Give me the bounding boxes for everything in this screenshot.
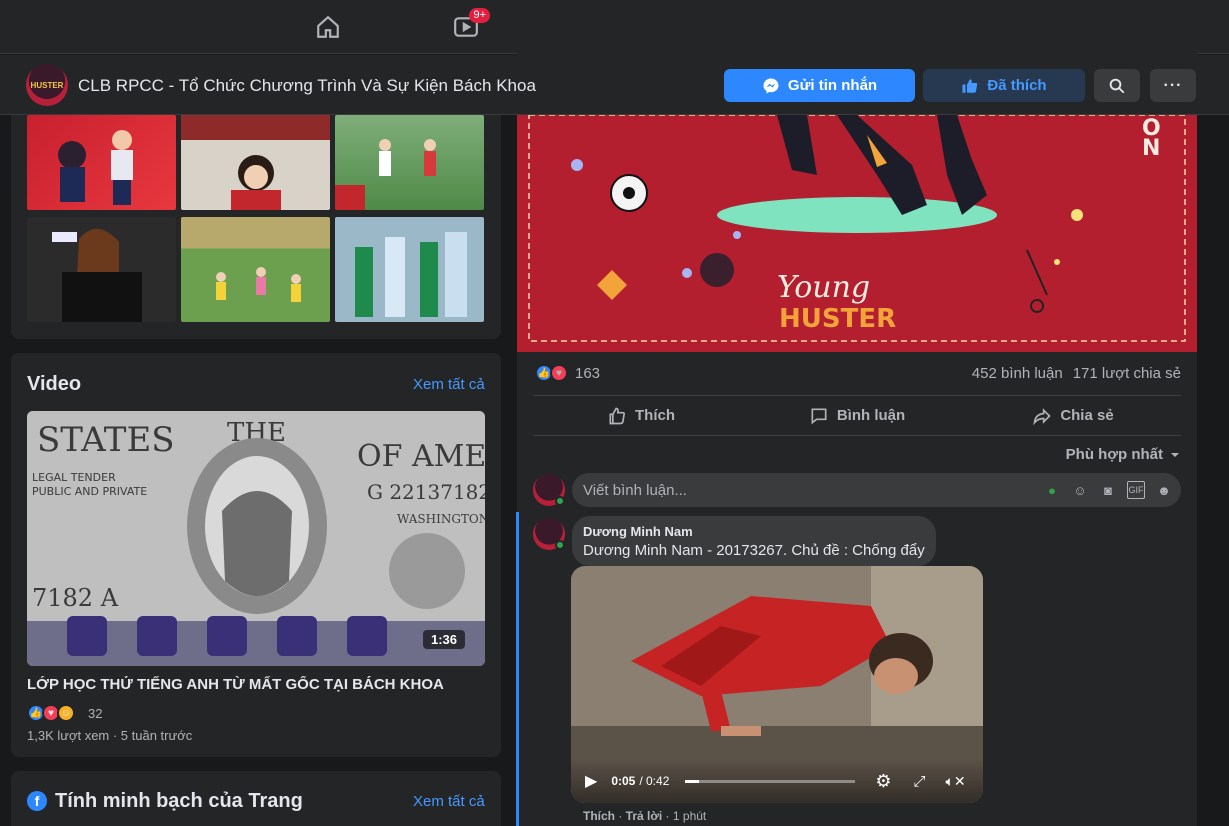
- comment-thread-line: [516, 512, 519, 826]
- comment-reply-link[interactable]: Trả lời: [626, 809, 663, 823]
- send-message-button[interactable]: Gửi tin nhắn: [724, 69, 915, 102]
- avatar-sticker-icon[interactable]: ●: [1043, 481, 1061, 499]
- comment-meta: Thích · Trả lời · 1 phút: [583, 809, 707, 823]
- post-action-bar: Thích Bình luận Chia sẻ: [533, 395, 1181, 436]
- comment-label: Bình luận: [836, 407, 906, 424]
- comment-text: Dương Minh Nam - 20173267. Chủ đề : Chốn…: [583, 542, 925, 559]
- sort-label: Phù hợp nhất: [1065, 446, 1163, 463]
- comment-placeholder: Viết bình luận...: [583, 481, 687, 499]
- thumbs-up-icon: [609, 407, 625, 424]
- svg-text:WASHINGTON, D.C.: WASHINGTON, D.C.: [397, 512, 485, 526]
- comment-timestamp: 1 phút: [672, 809, 707, 823]
- comment-icon: [811, 408, 827, 424]
- online-status-dot: [555, 540, 565, 550]
- emoji-icon[interactable]: ☺: [1071, 481, 1089, 499]
- post-banner-image[interactable]: Young HUSTER O N: [517, 115, 1197, 352]
- svg-text:7182 A: 7182 A: [32, 584, 119, 612]
- more-options-button[interactable]: ···: [1150, 69, 1196, 102]
- play-icon[interactable]: ▶: [585, 771, 597, 791]
- like-button[interactable]: Thích: [533, 396, 749, 435]
- comment-like-link[interactable]: Thích: [583, 809, 615, 823]
- mute-icon[interactable]: 🔈︎✕: [946, 773, 966, 790]
- share-count-link[interactable]: 171 lượt chia sẻ: [1073, 365, 1181, 382]
- photo-thumbnail[interactable]: [335, 217, 484, 322]
- send-message-label: Gửi tin nhắn: [787, 77, 878, 94]
- videos-see-all-link[interactable]: Xem tất cả: [413, 376, 485, 393]
- sticker-icon[interactable]: ☻: [1155, 481, 1173, 499]
- camera-icon[interactable]: ◙: [1099, 481, 1117, 499]
- photo-thumbnail[interactable]: [27, 217, 176, 322]
- page-header-bar: HUSTER CLB RPCC - Tổ Chức Chương Trình V…: [0, 55, 1229, 115]
- svg-text:LEGAL TENDER: LEGAL TENDER: [32, 471, 116, 484]
- post-reactions[interactable]: 👍 ♥ 163: [535, 364, 600, 382]
- love-reaction-icon: ♥: [550, 364, 568, 382]
- video-title[interactable]: LỚP HỌC THỬ TIẾNG ANH TỪ MẤT GỐC TẠI BÁC…: [27, 676, 483, 693]
- video-reactions[interactable]: 👍 ♥ ☺ 32: [27, 704, 102, 722]
- facebook-logo-icon: f: [27, 791, 47, 811]
- svg-text:HUSTER: HUSTER: [779, 304, 896, 334]
- video-total-time: / 0:42: [639, 774, 670, 788]
- settings-icon[interactable]: ⚙: [875, 771, 891, 792]
- liked-label: Đã thích: [987, 77, 1047, 94]
- svg-text:OF AMERIC: OF AMERIC: [357, 439, 485, 474]
- nav-watch[interactable]: 9+: [436, 6, 496, 48]
- care-reaction-icon: ☺: [57, 704, 75, 722]
- video-progress-fill: [685, 779, 699, 783]
- video-reaction-count: 32: [88, 705, 103, 721]
- caret-down-icon: [1171, 452, 1179, 457]
- video-views: 1,3K lượt xem · 5 tuần trước: [27, 728, 193, 743]
- fullscreen-icon[interactable]: ⤢: [914, 773, 926, 790]
- comment-sort-dropdown[interactable]: Phù hợp nhất: [1066, 446, 1181, 463]
- video-current-time: 0:05: [611, 774, 636, 788]
- comment-author-name[interactable]: Dương Minh Nam: [583, 524, 925, 539]
- video-duration: 1:36: [422, 630, 465, 649]
- nav-home[interactable]: [298, 6, 358, 48]
- comment-count-link[interactable]: 452 bình luận: [972, 365, 1063, 382]
- comment-input-tools: ● ☺ ◙ GIF ☻: [1043, 481, 1173, 499]
- search-button[interactable]: [1094, 69, 1140, 102]
- svg-text:Young: Young: [777, 270, 870, 305]
- home-icon: [317, 15, 339, 38]
- video-progress-bar[interactable]: [685, 779, 856, 783]
- page-title[interactable]: CLB RPCC - Tổ Chức Chương Trình Và Sự Ki…: [78, 76, 536, 96]
- thumbs-up-icon: [962, 78, 978, 93]
- photo-thumbnail[interactable]: [335, 115, 484, 210]
- online-status-dot: [555, 496, 565, 506]
- photo-thumbnail[interactable]: [181, 115, 330, 210]
- comment-bubble: Dương Minh Nam Dương Minh Nam - 20173267…: [572, 516, 936, 566]
- comment-video[interactable]: ▶ 0:05 / 0:42 ⚙ ⤢ 🔈︎✕: [571, 566, 983, 803]
- post-reaction-count: 163: [575, 364, 601, 382]
- transparency-heading: Tính minh bạch của Trang: [55, 790, 303, 812]
- post-stats: 452 bình luận 171 lượt chia sẻ: [972, 365, 1181, 382]
- video-controls: ▶ 0:05 / 0:42 ⚙ ⤢ 🔈︎✕: [571, 759, 983, 803]
- video-thumbnail[interactable]: STATES THE OF AMERIC LEGAL TENDER PUBLIC…: [27, 411, 485, 666]
- liked-button[interactable]: Đã thích: [923, 69, 1085, 102]
- svg-text:G 22137182: G 22137182: [367, 480, 485, 504]
- share-label: Chia sẻ: [1060, 407, 1114, 424]
- share-button[interactable]: Chia sẻ: [965, 396, 1181, 435]
- videos-heading: Video: [27, 373, 82, 395]
- transparency-see-all-link[interactable]: Xem tất cả: [413, 793, 485, 810]
- like-label: Thích: [635, 407, 675, 424]
- svg-text:PUBLIC AND PRIVATE: PUBLIC AND PRIVATE: [32, 485, 147, 498]
- comment-button[interactable]: Bình luận: [749, 396, 965, 435]
- svg-text:N: N: [1142, 136, 1160, 161]
- comment-input[interactable]: Viết bình luận... ● ☺ ◙ GIF ☻: [572, 473, 1181, 507]
- svg-text:STATES: STATES: [37, 420, 175, 460]
- search-icon: [1109, 78, 1125, 93]
- ellipsis-icon: ···: [1163, 76, 1183, 94]
- watch-badge: 9+: [469, 8, 490, 23]
- gif-icon[interactable]: GIF: [1127, 481, 1145, 499]
- messenger-icon: [763, 78, 779, 93]
- page-avatar[interactable]: HUSTER: [26, 64, 68, 106]
- photo-thumbnail[interactable]: [181, 217, 330, 322]
- photo-thumbnail[interactable]: [27, 115, 176, 210]
- share-icon: [1033, 407, 1051, 425]
